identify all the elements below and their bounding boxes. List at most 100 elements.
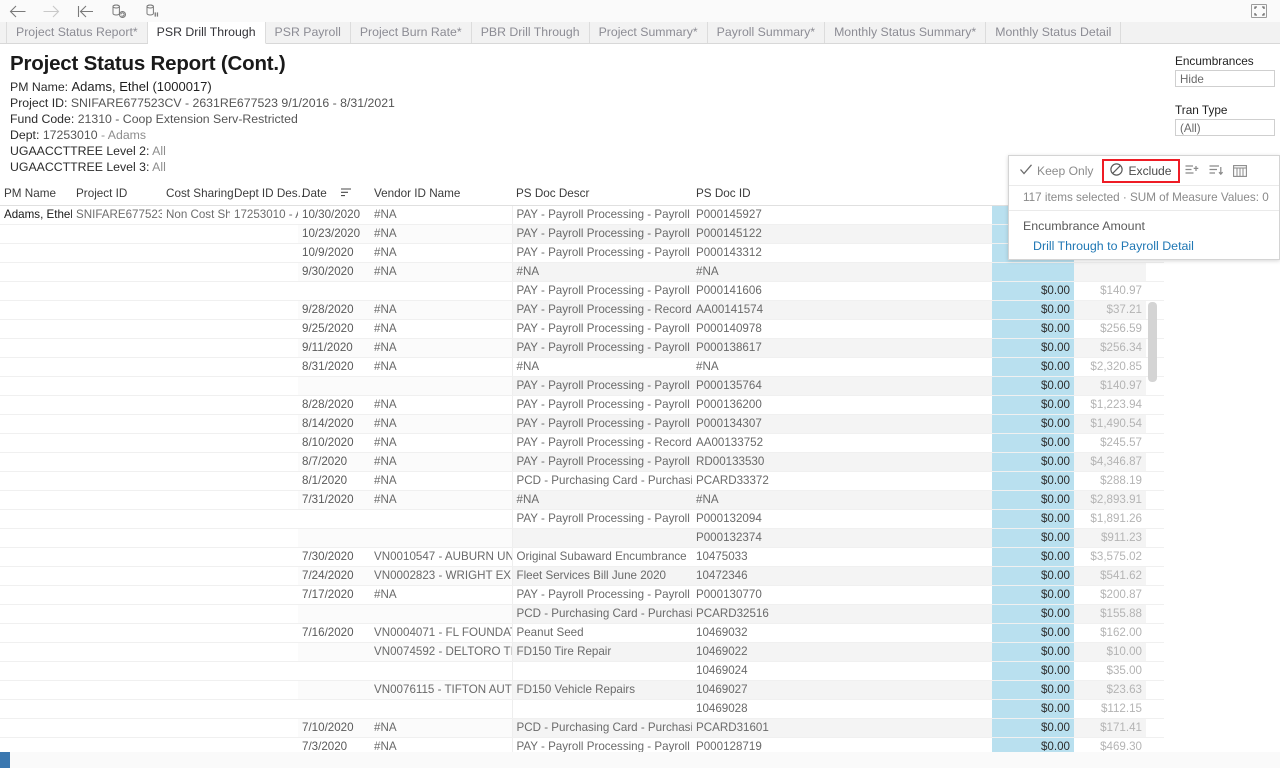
cell-ps-doc-id[interactable]: P000143312	[692, 243, 992, 264]
cell-ps-doc-descr[interactable]	[511, 661, 692, 682]
cell-pm-name[interactable]	[0, 281, 72, 302]
table-row[interactable]: 8/10/2020 #NA PAY - Payroll Processing - R…	[0, 433, 1164, 454]
cell-ps-doc-id[interactable]: 10469027	[692, 680, 992, 701]
cell-encumbrance-amount[interactable]: $0.00	[992, 699, 1074, 720]
table-row[interactable]: 7/17/2020 #NA PAY - Payroll Processing - P…	[0, 585, 1164, 606]
col-cost-sharing[interactable]: Cost Sharing	[162, 184, 234, 207]
tab-project-summary[interactable]: Project Summary*	[589, 22, 708, 43]
table-row[interactable]: 7/30/2020 VN0010547 - AUBURN UN.. Original…	[0, 547, 1164, 568]
cell-ps-doc-id[interactable]: P000132374	[692, 528, 992, 549]
cell-pm-name[interactable]	[0, 414, 72, 435]
cell-ps-doc-id[interactable]: P000135764	[692, 376, 992, 397]
cell-pm-name[interactable]	[0, 243, 72, 264]
cell-amount[interactable]: $10.00	[1074, 642, 1146, 663]
cell-project-id[interactable]	[72, 699, 162, 720]
drill-through-table-wrapper[interactable]: PM Name Project ID Cost Sharing Dept ID …	[0, 184, 1164, 768]
cell-dept-id-descr[interactable]	[230, 281, 298, 302]
cell-pm-name[interactable]	[0, 699, 72, 720]
cell-cost-sharing[interactable]	[162, 509, 230, 530]
cell-encumbrance-amount[interactable]: $0.00	[992, 471, 1074, 492]
cell-dept-id-descr[interactable]	[230, 547, 298, 568]
cell-ps-doc-id[interactable]: PCARD32516	[692, 604, 992, 625]
cell-pm-name[interactable]	[0, 547, 72, 568]
cell-pm-name[interactable]	[0, 395, 72, 416]
cell-encumbrance-amount[interactable]: $0.00	[992, 319, 1074, 340]
cell-ps-doc-descr[interactable]: PAY - Payroll Processing - Payroll ..	[511, 585, 692, 606]
cell-ps-doc-id[interactable]: 10469024	[692, 661, 992, 682]
cell-project-id[interactable]	[72, 718, 162, 739]
cell-encumbrance-amount[interactable]: $0.00	[992, 281, 1074, 302]
cell-ps-doc-id[interactable]: P000140978	[692, 319, 992, 340]
cell-cost-sharing[interactable]	[162, 528, 230, 549]
cell-dept-id-descr[interactable]	[230, 395, 298, 416]
keep-only-button[interactable]: Keep Only	[1015, 161, 1098, 181]
cell-vendor-id-name[interactable]	[370, 604, 512, 625]
cell-ps-doc-id[interactable]: P000138617	[692, 338, 992, 359]
cell-cost-sharing[interactable]	[162, 604, 230, 625]
cell-ps-doc-id[interactable]: 10469032	[692, 623, 992, 644]
cell-encumbrance-amount[interactable]: $0.00	[992, 414, 1074, 435]
cell-pm-name[interactable]	[0, 661, 72, 682]
cell-ps-doc-descr[interactable]: PAY - Payroll Processing - Record ..	[511, 433, 692, 454]
cell-cost-sharing[interactable]	[162, 357, 230, 378]
cell-cost-sharing[interactable]	[162, 300, 230, 321]
cell-vendor-id-name[interactable]	[370, 281, 512, 302]
col-vendor-id-name[interactable]: Vendor ID Name	[370, 184, 512, 207]
cell-vendor-id-name[interactable]: #NA	[370, 471, 512, 492]
cell-amount[interactable]: $171.41	[1074, 718, 1146, 739]
cell-pm-name[interactable]	[0, 585, 72, 606]
cell-amount[interactable]: $112.15	[1074, 699, 1146, 720]
table-row[interactable]: PAY - Payroll Processing - Payroll .. P00…	[0, 376, 1164, 397]
cell-ps-doc-descr[interactable]: FD150 Tire Repair	[511, 642, 692, 663]
cell-dept-id-descr[interactable]	[230, 718, 298, 739]
table-row[interactable]: 9/11/2020 #NA PAY - Payroll Processing - P…	[0, 338, 1164, 359]
create-set-icon[interactable]	[1204, 160, 1228, 182]
cell-amount[interactable]: $140.97	[1074, 376, 1146, 397]
cell-ps-doc-id[interactable]: P000145927	[692, 205, 992, 226]
cell-dept-id-descr[interactable]	[230, 604, 298, 625]
cell-ps-doc-id[interactable]: P000134307	[692, 414, 992, 435]
revert-all-icon[interactable]	[68, 0, 102, 22]
cell-ps-doc-id[interactable]: #NA	[692, 262, 992, 283]
table-row[interactable]: 10/23/2020 #NA PAY - Payroll Processing - …	[0, 224, 1164, 245]
cell-amount[interactable]: $23.63	[1074, 680, 1146, 701]
cell-dept-id-descr[interactable]	[230, 680, 298, 701]
cell-date[interactable]	[298, 509, 370, 530]
col-date[interactable]: Date	[298, 184, 370, 207]
cell-project-id[interactable]	[72, 338, 162, 359]
table-row[interactable]: VN0074592 - DELTORO TIRE LLCFD150 Tire R…	[0, 642, 1164, 663]
cell-project-id[interactable]	[72, 528, 162, 549]
cell-date[interactable]	[298, 699, 370, 720]
cell-vendor-id-name[interactable]: VN0002823 - WRIGHT EX..	[370, 566, 512, 587]
cell-project-id[interactable]	[72, 509, 162, 530]
table-row[interactable]: 7/24/2020 VN0002823 - WRIGHT EX.. Fleet Se…	[0, 566, 1164, 587]
cell-vendor-id-name[interactable]: #NA	[370, 357, 512, 378]
cell-ps-doc-descr[interactable]: PAY - Payroll Processing - Payroll ..	[511, 395, 692, 416]
cell-amount[interactable]: $256.34	[1074, 338, 1146, 359]
cell-cost-sharing[interactable]	[162, 642, 230, 663]
cell-vendor-id-name[interactable]: #NA	[370, 718, 512, 739]
table-row[interactable]: VN0076115 - TIFTON AUTO PARTS INCFD150 V…	[0, 680, 1164, 701]
cell-cost-sharing[interactable]: Non Cost Sharing	[162, 205, 230, 226]
cell-date[interactable]	[298, 281, 370, 302]
cell-ps-doc-descr[interactable]: PAY - Payroll Processing - Payroll ..	[511, 338, 692, 359]
cell-amount[interactable]: $200.87	[1074, 585, 1146, 606]
cell-date[interactable]	[298, 528, 370, 549]
cell-vendor-id-name[interactable]: #NA	[370, 224, 512, 245]
cell-project-id[interactable]	[72, 642, 162, 663]
cell-ps-doc-descr[interactable]: PCD - Purchasing Card - Purchasi..	[511, 471, 692, 492]
cell-amount[interactable]: $35.00	[1074, 661, 1146, 682]
table-row[interactable]: PAY - Payroll Processing - Payroll Expen…	[0, 509, 1164, 530]
cell-vendor-id-name[interactable]: VN0010547 - AUBURN UN..	[370, 547, 512, 568]
table-row[interactable]: 8/31/2020 #NA #NA #NA $0.00 $2,320.85	[0, 357, 1164, 378]
cell-encumbrance-amount[interactable]: $0.00	[992, 300, 1074, 321]
cell-project-id[interactable]	[72, 452, 162, 473]
cell-ps-doc-id[interactable]: P000145122	[692, 224, 992, 245]
cell-date[interactable]: 7/24/2020	[298, 566, 370, 587]
cell-amount[interactable]: $37.21	[1074, 300, 1146, 321]
cell-project-id[interactable]	[72, 623, 162, 644]
cell-cost-sharing[interactable]	[162, 452, 230, 473]
cell-amount[interactable]: $245.57	[1074, 433, 1146, 454]
cell-encumbrance-amount[interactable]: $0.00	[992, 357, 1074, 378]
cell-cost-sharing[interactable]	[162, 680, 230, 701]
